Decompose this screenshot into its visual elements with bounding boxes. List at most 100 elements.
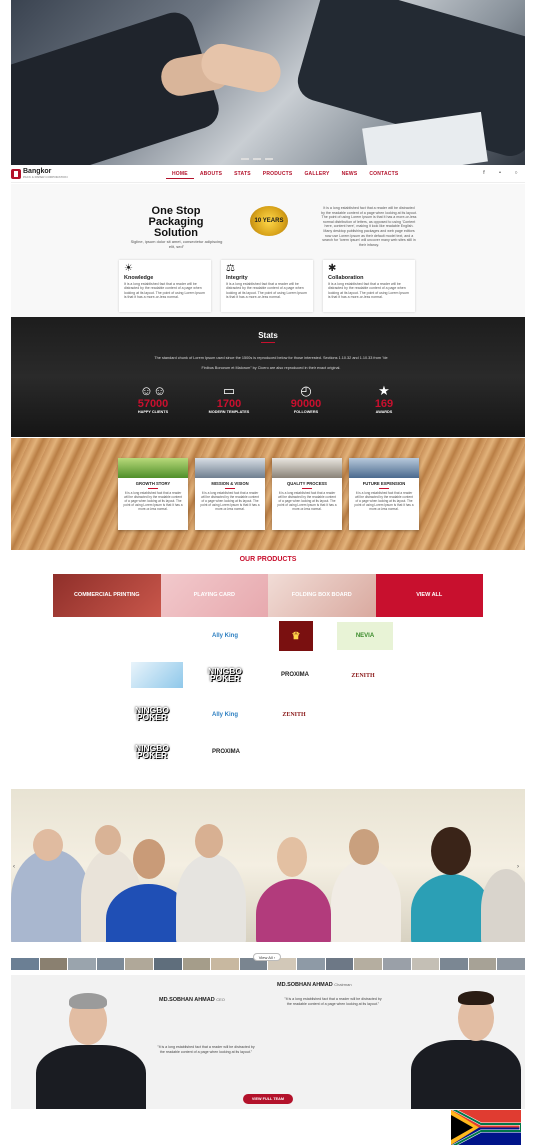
brand-logo-ally-king[interactable]: Ally King bbox=[200, 702, 250, 728]
card-future-expension[interactable]: FUTURE EXPENSION It is a long establishe… bbox=[349, 458, 419, 530]
nav-menu: HOME ABOUTS STATS PRODUCTS GALLERY NEWS … bbox=[166, 170, 404, 179]
team-photo-figure bbox=[176, 854, 246, 942]
nav-item-home[interactable]: HOME bbox=[166, 170, 194, 179]
brand-logo[interactable]: Bangkor PACK & PAPER CORPORATION bbox=[11, 168, 68, 179]
gallery-thumbnail[interactable] bbox=[382, 958, 411, 970]
gallery-thumbnail[interactable] bbox=[297, 958, 325, 970]
category-folding-box-board[interactable]: FOLDING BOX BOARD bbox=[268, 574, 376, 617]
nav-item-gallery[interactable]: GALLERY bbox=[298, 170, 335, 179]
leader-photo-ceo bbox=[36, 1045, 146, 1109]
instagram-icon[interactable]: ○ bbox=[513, 170, 519, 176]
nav-item-abouts[interactable]: ABOUTS bbox=[194, 170, 228, 179]
card-title: GROWTH STORY bbox=[135, 481, 171, 486]
brand-logo-crown[interactable]: ♛ bbox=[279, 621, 313, 651]
feature-title: Integrity bbox=[226, 275, 248, 281]
brand-logo-text: PROXIMA bbox=[211, 748, 240, 755]
stat-followers: ◴ 90000 FOLLOWERS bbox=[276, 383, 336, 414]
leader-name-text: MD.SOBHAN AHMAD bbox=[159, 997, 215, 1003]
gallery-thumbnail[interactable] bbox=[96, 958, 125, 970]
gallery-thumbnail[interactable] bbox=[39, 958, 68, 970]
feature-card-integrity: ⚖ Integrity It is a long established fac… bbox=[221, 260, 313, 312]
products-title: OUR PRODUCTS bbox=[239, 556, 297, 563]
stats-description-line: The standard chunk of Lorem Ipsum used s… bbox=[154, 356, 388, 360]
category-playing-card[interactable]: PLAYING CARD bbox=[160, 574, 268, 617]
brand-logo-ningbo-poker[interactable]: NINGBO POKER bbox=[196, 660, 254, 690]
gallery-thumbnail[interactable] bbox=[497, 958, 525, 970]
intro-paragraph: It is a long established fact that a rea… bbox=[321, 206, 417, 247]
team-photo-figure bbox=[431, 827, 471, 875]
view-full-team-button[interactable]: VIEW FULL TEAM bbox=[243, 1094, 293, 1104]
view-all-products-button[interactable]: VIEW ALL bbox=[375, 574, 483, 617]
stat-label: HAPPY CLIENTS bbox=[137, 410, 169, 414]
stat-modern-templates: ▭ 1700 MODERN TEMPLATES bbox=[199, 383, 259, 414]
stats-description-line: Finibus Bonorum et Malorum" by Cicero ar… bbox=[201, 366, 341, 370]
brand-logo-nevia[interactable]: NEVIA bbox=[337, 622, 393, 650]
gallery-thumbnail[interactable] bbox=[125, 958, 154, 970]
card-mission-vision[interactable]: MISSION & VISION It is a long establishe… bbox=[195, 458, 265, 530]
category-label: VIEW ALL bbox=[416, 591, 443, 598]
gallery-thumbnail[interactable] bbox=[325, 958, 354, 970]
award-icon: ★ bbox=[378, 383, 390, 398]
nav-item-products[interactable]: PRODUCTS bbox=[257, 170, 299, 179]
carousel-dot[interactable] bbox=[265, 158, 273, 160]
nav-item-stats[interactable]: STATS bbox=[228, 170, 257, 179]
gallery-thumbnail[interactable] bbox=[182, 958, 211, 970]
intro-tagline: Sigline, ipsum dolor sit amet, consectet… bbox=[130, 239, 223, 249]
brand-logo-proxima[interactable]: PROXIMA bbox=[265, 660, 325, 690]
card-divider bbox=[379, 488, 389, 489]
brand-logo-ningbo-poker[interactable]: NINGBO POKER bbox=[123, 737, 181, 767]
card-quality-process[interactable]: QUALITY PROCESS It is a long established… bbox=[272, 458, 342, 530]
carousel-indicators[interactable] bbox=[241, 158, 273, 160]
leader-name: MD.SOBHAN AHMAD Chairman bbox=[277, 982, 352, 988]
gallery-thumbnail[interactable] bbox=[11, 958, 39, 970]
card-growth-story[interactable]: GROWTH STORY It is a long established fa… bbox=[118, 458, 188, 530]
product-image-box[interactable] bbox=[131, 662, 183, 688]
card-divider bbox=[148, 488, 158, 489]
category-commercial-printing[interactable]: COMMERCIAL PRINTING bbox=[53, 574, 161, 617]
stats-description: The standard chunk of Lorem Ipsum used s… bbox=[131, 353, 411, 373]
gallery-thumbnail[interactable] bbox=[411, 958, 440, 970]
gallery-thumbnail[interactable] bbox=[354, 958, 382, 970]
card-text: It is a long established fact that a rea… bbox=[200, 491, 260, 511]
brand-name: Bangkor bbox=[23, 168, 52, 175]
gallery-thumbnail[interactable] bbox=[68, 958, 96, 970]
facebook-icon[interactable]: f bbox=[481, 170, 487, 176]
team-photo-figure bbox=[11, 849, 91, 942]
intro-section: One Stop Packaging Solution Sigline, ips… bbox=[11, 184, 525, 317]
gallery-thumbnail[interactable] bbox=[211, 958, 239, 970]
stat-awards: ★ 169 AWARDS bbox=[354, 383, 414, 414]
card-text: It is a long established fact that a rea… bbox=[277, 491, 337, 511]
navbar: Bangkor PACK & PAPER CORPORATION HOME AB… bbox=[11, 166, 525, 183]
team-photo-figure bbox=[33, 829, 63, 861]
company-highlights-section: GROWTH STORY It is a long established fa… bbox=[11, 438, 525, 550]
nav-item-contacts[interactable]: CONTACTS bbox=[363, 170, 404, 179]
users-icon: ☺☺ bbox=[139, 383, 167, 398]
leader-name: MD.SOBHAN AHMAD CEO bbox=[159, 997, 225, 1003]
leader-photo-chairman bbox=[411, 1040, 521, 1109]
carousel-dot[interactable] bbox=[253, 158, 261, 160]
brand-logo-text: Ally King bbox=[211, 711, 238, 718]
brand-logo-proxima[interactable]: PROXIMA bbox=[196, 737, 256, 767]
brand-logo-zenith[interactable]: ZENITH bbox=[268, 702, 320, 728]
brand-logo-ningbo-poker[interactable]: NINGBO POKER bbox=[123, 699, 181, 729]
leadership-section: MD.SOBHAN AHMAD CEO "It is a long establ… bbox=[11, 975, 525, 1109]
carousel-dot[interactable] bbox=[241, 158, 249, 160]
brand-logo-zenith[interactable]: ZENITH bbox=[337, 662, 389, 690]
card-text: It is a long established fact that a rea… bbox=[354, 491, 414, 511]
nav-item-news[interactable]: NEWS bbox=[336, 170, 364, 179]
carousel-prev-icon[interactable]: ‹ bbox=[13, 864, 15, 870]
gallery-thumbnail[interactable] bbox=[154, 958, 182, 970]
gallery-view-all-button[interactable]: View All › bbox=[253, 953, 281, 961]
brand-logo-text: NINGBO POKER bbox=[135, 743, 169, 760]
gallery-thumbnail[interactable] bbox=[468, 958, 497, 970]
category-label: COMMERCIAL PRINTING bbox=[73, 591, 140, 598]
leader-photo-ceo bbox=[69, 993, 107, 1009]
stat-label: AWARDS bbox=[375, 410, 393, 414]
carousel-next-icon[interactable]: › bbox=[517, 864, 519, 870]
brand-logo-ally-king[interactable]: Ally King bbox=[200, 622, 250, 650]
team-photo-figure bbox=[256, 879, 331, 942]
twitter-icon[interactable]: • bbox=[497, 170, 503, 176]
team-photo-figure bbox=[411, 874, 491, 942]
feature-text: It is a long established fact that a rea… bbox=[124, 282, 205, 300]
gallery-thumbnail[interactable] bbox=[440, 958, 468, 970]
